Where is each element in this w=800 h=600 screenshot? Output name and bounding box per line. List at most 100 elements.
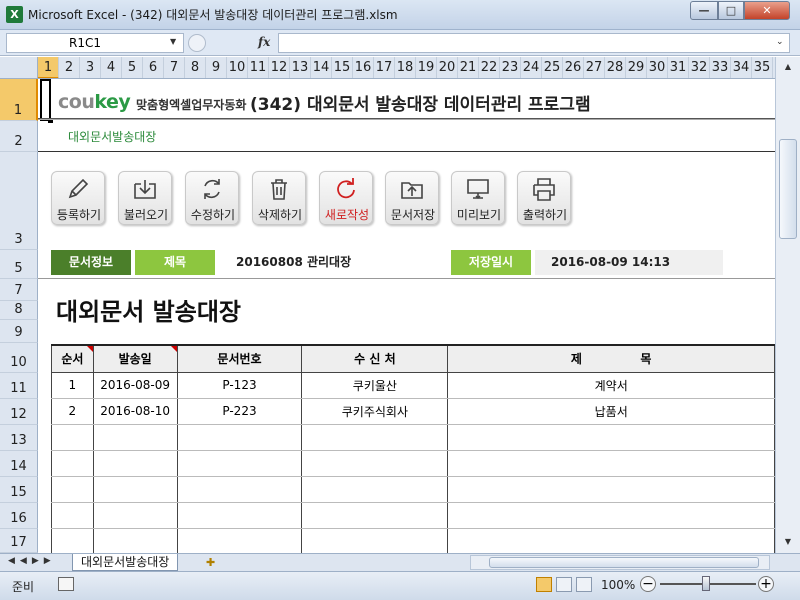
column-header[interactable]: 19 (416, 57, 437, 78)
column-header[interactable]: 8 (185, 57, 206, 78)
load-button[interactable]: 불러오기 (118, 171, 172, 225)
active-cell[interactable] (40, 79, 53, 123)
table-cell[interactable] (51, 501, 94, 529)
column-header[interactable]: 5 (122, 57, 143, 78)
table-cell[interactable]: 2016-08-09 (92, 371, 178, 399)
register-button[interactable]: 등록하기 (51, 171, 105, 225)
column-header[interactable]: 3 (80, 57, 101, 78)
maximize-button[interactable]: □ (718, 1, 744, 20)
column-header[interactable]: 33 (710, 57, 731, 78)
scroll-up-icon[interactable]: ▲ (780, 62, 796, 72)
table-cell[interactable]: 쿠키울산 (301, 371, 449, 399)
table-cell[interactable] (51, 475, 94, 503)
table-cell[interactable] (51, 527, 94, 553)
table-cell[interactable] (301, 423, 449, 451)
saved-time-value[interactable]: 2016-08-09 14:13 (535, 250, 723, 275)
close-button[interactable]: ✕ (744, 1, 790, 20)
zoom-slider-thumb[interactable] (702, 576, 710, 591)
table-cell[interactable]: P-223 (176, 397, 303, 425)
column-header[interactable]: 21 (458, 57, 479, 78)
minimize-button[interactable]: — (690, 1, 718, 20)
horizontal-scroll-thumb[interactable] (489, 557, 759, 568)
row-header[interactable]: 3 (0, 152, 38, 250)
column-header[interactable]: 16 (353, 57, 374, 78)
column-header[interactable]: 1 (38, 57, 59, 78)
page-break-icon[interactable] (576, 577, 592, 592)
table-cell[interactable] (301, 527, 449, 553)
column-header[interactable]: 30 (647, 57, 668, 78)
column-header[interactable]: 29 (626, 57, 647, 78)
name-box[interactable]: R1C1 (6, 33, 184, 53)
column-header[interactable]: 10 (227, 57, 248, 78)
table-cell[interactable] (301, 449, 449, 477)
column-header[interactable]: 35 (752, 57, 773, 78)
expand-formula-icon[interactable]: ⌄ (776, 37, 784, 47)
column-header[interactable]: 22 (479, 57, 500, 78)
table-cell[interactable] (92, 449, 178, 477)
sheet-tab[interactable]: 대외문서발송대장 (72, 554, 179, 571)
zoom-out-icon[interactable]: − (640, 576, 656, 592)
column-header[interactable]: 13 (290, 57, 311, 78)
tab-navigation-icon[interactable]: ◀◀▶▶ (8, 556, 56, 566)
table-cell[interactable] (301, 501, 449, 529)
table-cell[interactable] (176, 527, 303, 553)
row-header[interactable]: 5 (0, 250, 38, 279)
table-cell[interactable]: 계약서 (447, 371, 775, 399)
table-cell[interactable] (176, 449, 303, 477)
table-cell[interactable] (301, 475, 449, 503)
row-header[interactable]: 9 (0, 320, 38, 343)
column-header[interactable]: 14 (311, 57, 332, 78)
row-header[interactable]: 10 (0, 343, 38, 373)
column-header[interactable]: 24 (521, 57, 542, 78)
row-header[interactable]: 15 (0, 477, 38, 503)
formula-input[interactable] (278, 33, 790, 53)
insert-function-icon[interactable]: fx (258, 35, 270, 49)
table-cell[interactable] (447, 501, 775, 529)
new-button[interactable]: 새로작성 (319, 171, 373, 225)
row-header[interactable]: 14 (0, 451, 38, 477)
edit-button[interactable]: 수정하기 (185, 171, 239, 225)
table-cell[interactable]: 2016-08-10 (92, 397, 178, 425)
zoom-level[interactable]: 100% (601, 578, 635, 592)
row-header[interactable]: 8 (0, 301, 38, 320)
title-value[interactable]: 20160808 관리대장 (236, 250, 351, 275)
column-header[interactable]: 18 (395, 57, 416, 78)
save-button[interactable]: 문서저장 (385, 171, 439, 225)
scroll-down-icon[interactable]: ▼ (780, 537, 796, 547)
table-cell[interactable] (447, 449, 775, 477)
row-header[interactable]: 7 (0, 279, 38, 301)
column-header[interactable]: 26 (563, 57, 584, 78)
select-all-corner[interactable] (0, 57, 38, 79)
column-header[interactable]: 20 (437, 57, 458, 78)
excel-icon[interactable]: X (6, 6, 23, 23)
zoom-in-icon[interactable]: + (758, 576, 774, 592)
column-header[interactable]: 15 (332, 57, 353, 78)
column-header[interactable]: 7 (164, 57, 185, 78)
column-header[interactable]: 32 (689, 57, 710, 78)
comment-indicator-icon[interactable] (86, 347, 93, 352)
table-cell[interactable]: P-123 (176, 371, 303, 399)
preview-button[interactable]: 미리보기 (451, 171, 505, 225)
column-header[interactable]: 23 (500, 57, 521, 78)
table-cell[interactable]: 납품서 (447, 397, 775, 425)
table-cell[interactable] (92, 475, 178, 503)
column-header[interactable]: 25 (542, 57, 563, 78)
column-header[interactable]: 17 (374, 57, 395, 78)
column-header[interactable]: 34 (731, 57, 752, 78)
column-header[interactable]: 6 (143, 57, 164, 78)
worksheet[interactable]: coukey 맞춤형엑셀업무자동화 (342) 대외문서 발송대장 데이터관리 … (38, 79, 775, 553)
table-cell[interactable] (447, 527, 775, 553)
row-header[interactable]: 2 (0, 121, 38, 152)
page-layout-icon[interactable] (556, 577, 572, 592)
macro-record-icon[interactable] (58, 577, 74, 591)
normal-view-icon[interactable] (536, 577, 552, 592)
table-cell[interactable]: 2 (51, 397, 94, 425)
column-header[interactable]: 28 (605, 57, 626, 78)
table-cell[interactable] (176, 475, 303, 503)
cancel-icon[interactable] (188, 34, 206, 52)
comment-indicator-icon[interactable] (170, 347, 177, 352)
column-header[interactable]: 4 (101, 57, 122, 78)
table-cell[interactable] (176, 501, 303, 529)
table-cell[interactable] (92, 527, 178, 553)
row-header[interactable]: 13 (0, 425, 38, 451)
